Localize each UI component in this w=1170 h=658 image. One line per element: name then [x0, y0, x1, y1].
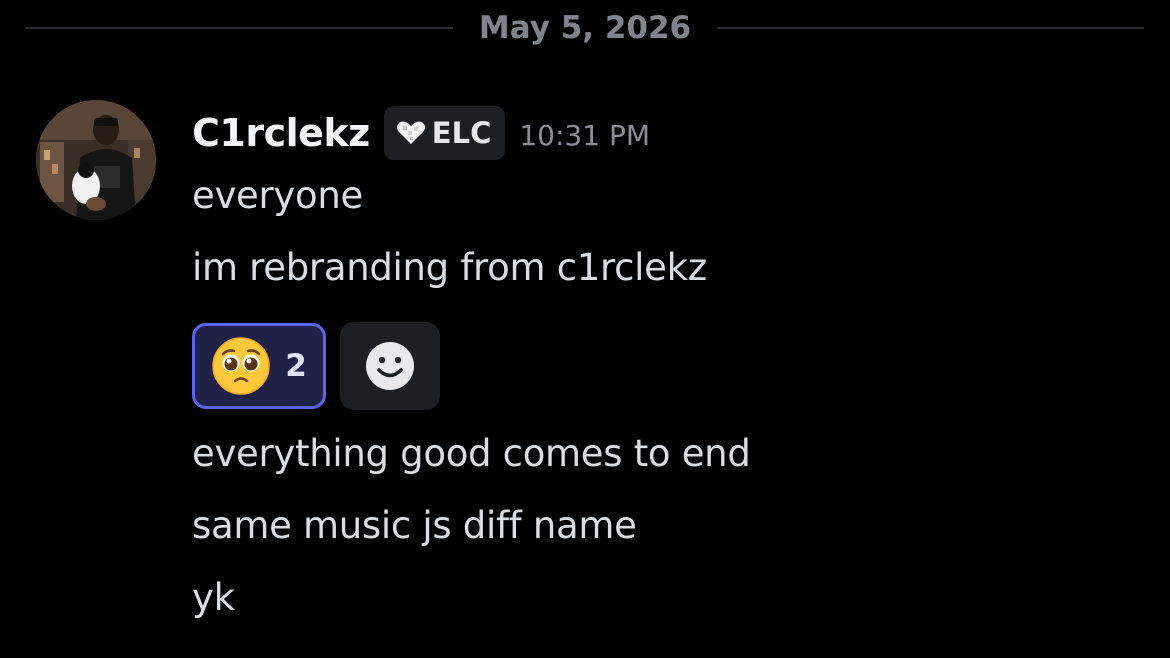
- white-heart-icon: [396, 120, 426, 146]
- date-divider: May 5, 2026: [26, 8, 1145, 48]
- message-timestamp[interactable]: 10:31 PM: [519, 119, 650, 152]
- author-name[interactable]: C1rclekz: [192, 111, 370, 155]
- message-header: C1rclekz ELC 10:31 PM: [192, 104, 650, 162]
- message-line: im rebranding from c1rclekz: [192, 246, 707, 289]
- reaction-count: 2: [285, 348, 307, 384]
- reactions-bar: 2: [192, 322, 440, 410]
- add-reaction-smile-icon: [365, 341, 415, 391]
- chat-view: May 5, 2026 C1rclekz ELC 10:31 PM everyo…: [0, 0, 1170, 658]
- guild-tag-label: ELC: [431, 116, 492, 150]
- guild-tag[interactable]: ELC: [383, 106, 506, 160]
- reaction-pleading-face[interactable]: 2: [192, 323, 326, 409]
- pleading-face-emoji: [211, 336, 271, 396]
- avatar[interactable]: [36, 100, 156, 220]
- message-line: everything good comes to end: [192, 432, 751, 475]
- divider-line-left: [26, 27, 453, 29]
- divider-date: May 5, 2026: [478, 10, 692, 46]
- message-line: yk: [192, 576, 235, 619]
- add-reaction-button[interactable]: [340, 322, 440, 410]
- divider-line-right: [717, 27, 1145, 29]
- avatar-image: [36, 100, 156, 220]
- message-line: everyone: [192, 174, 363, 217]
- message-line: same music js diff name: [192, 504, 637, 547]
